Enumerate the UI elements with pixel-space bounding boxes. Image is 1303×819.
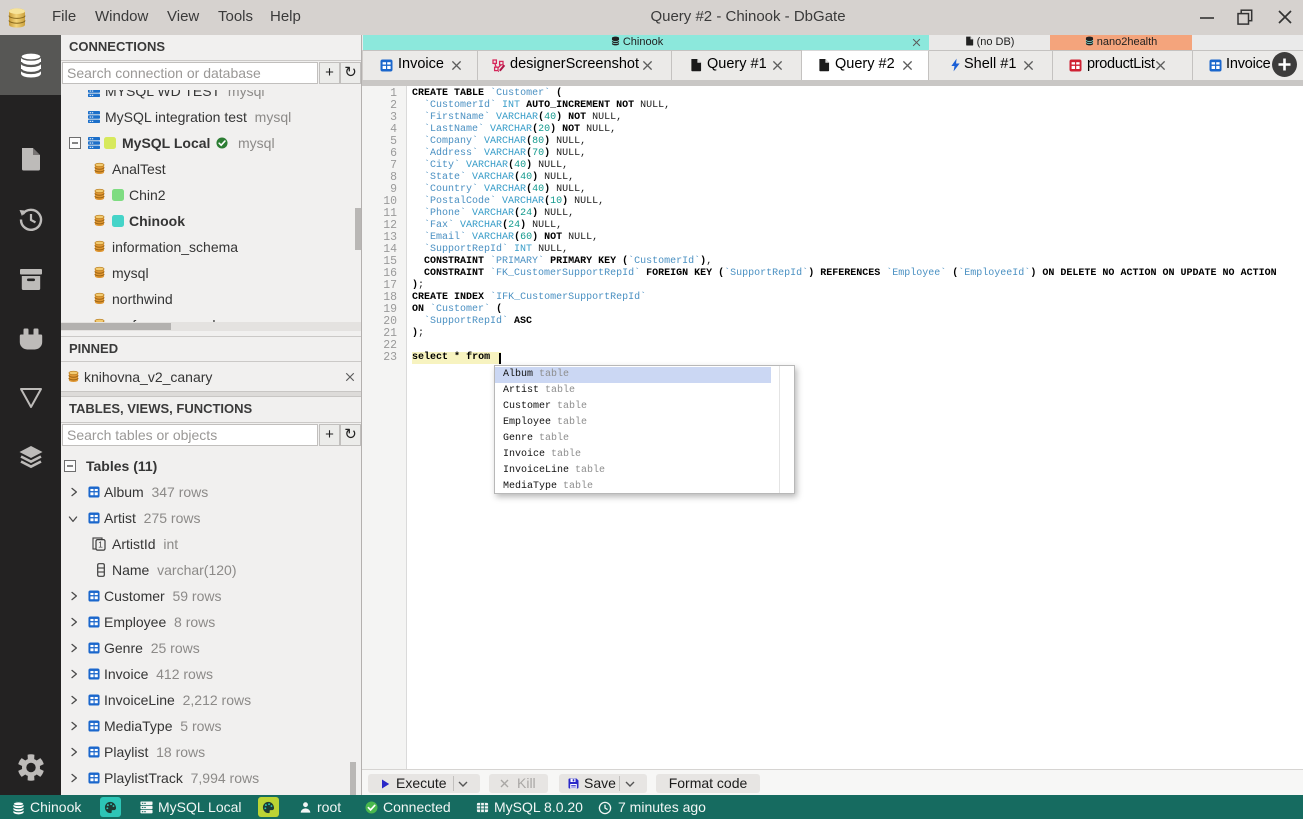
svg-text:1: 1 <box>98 540 103 550</box>
